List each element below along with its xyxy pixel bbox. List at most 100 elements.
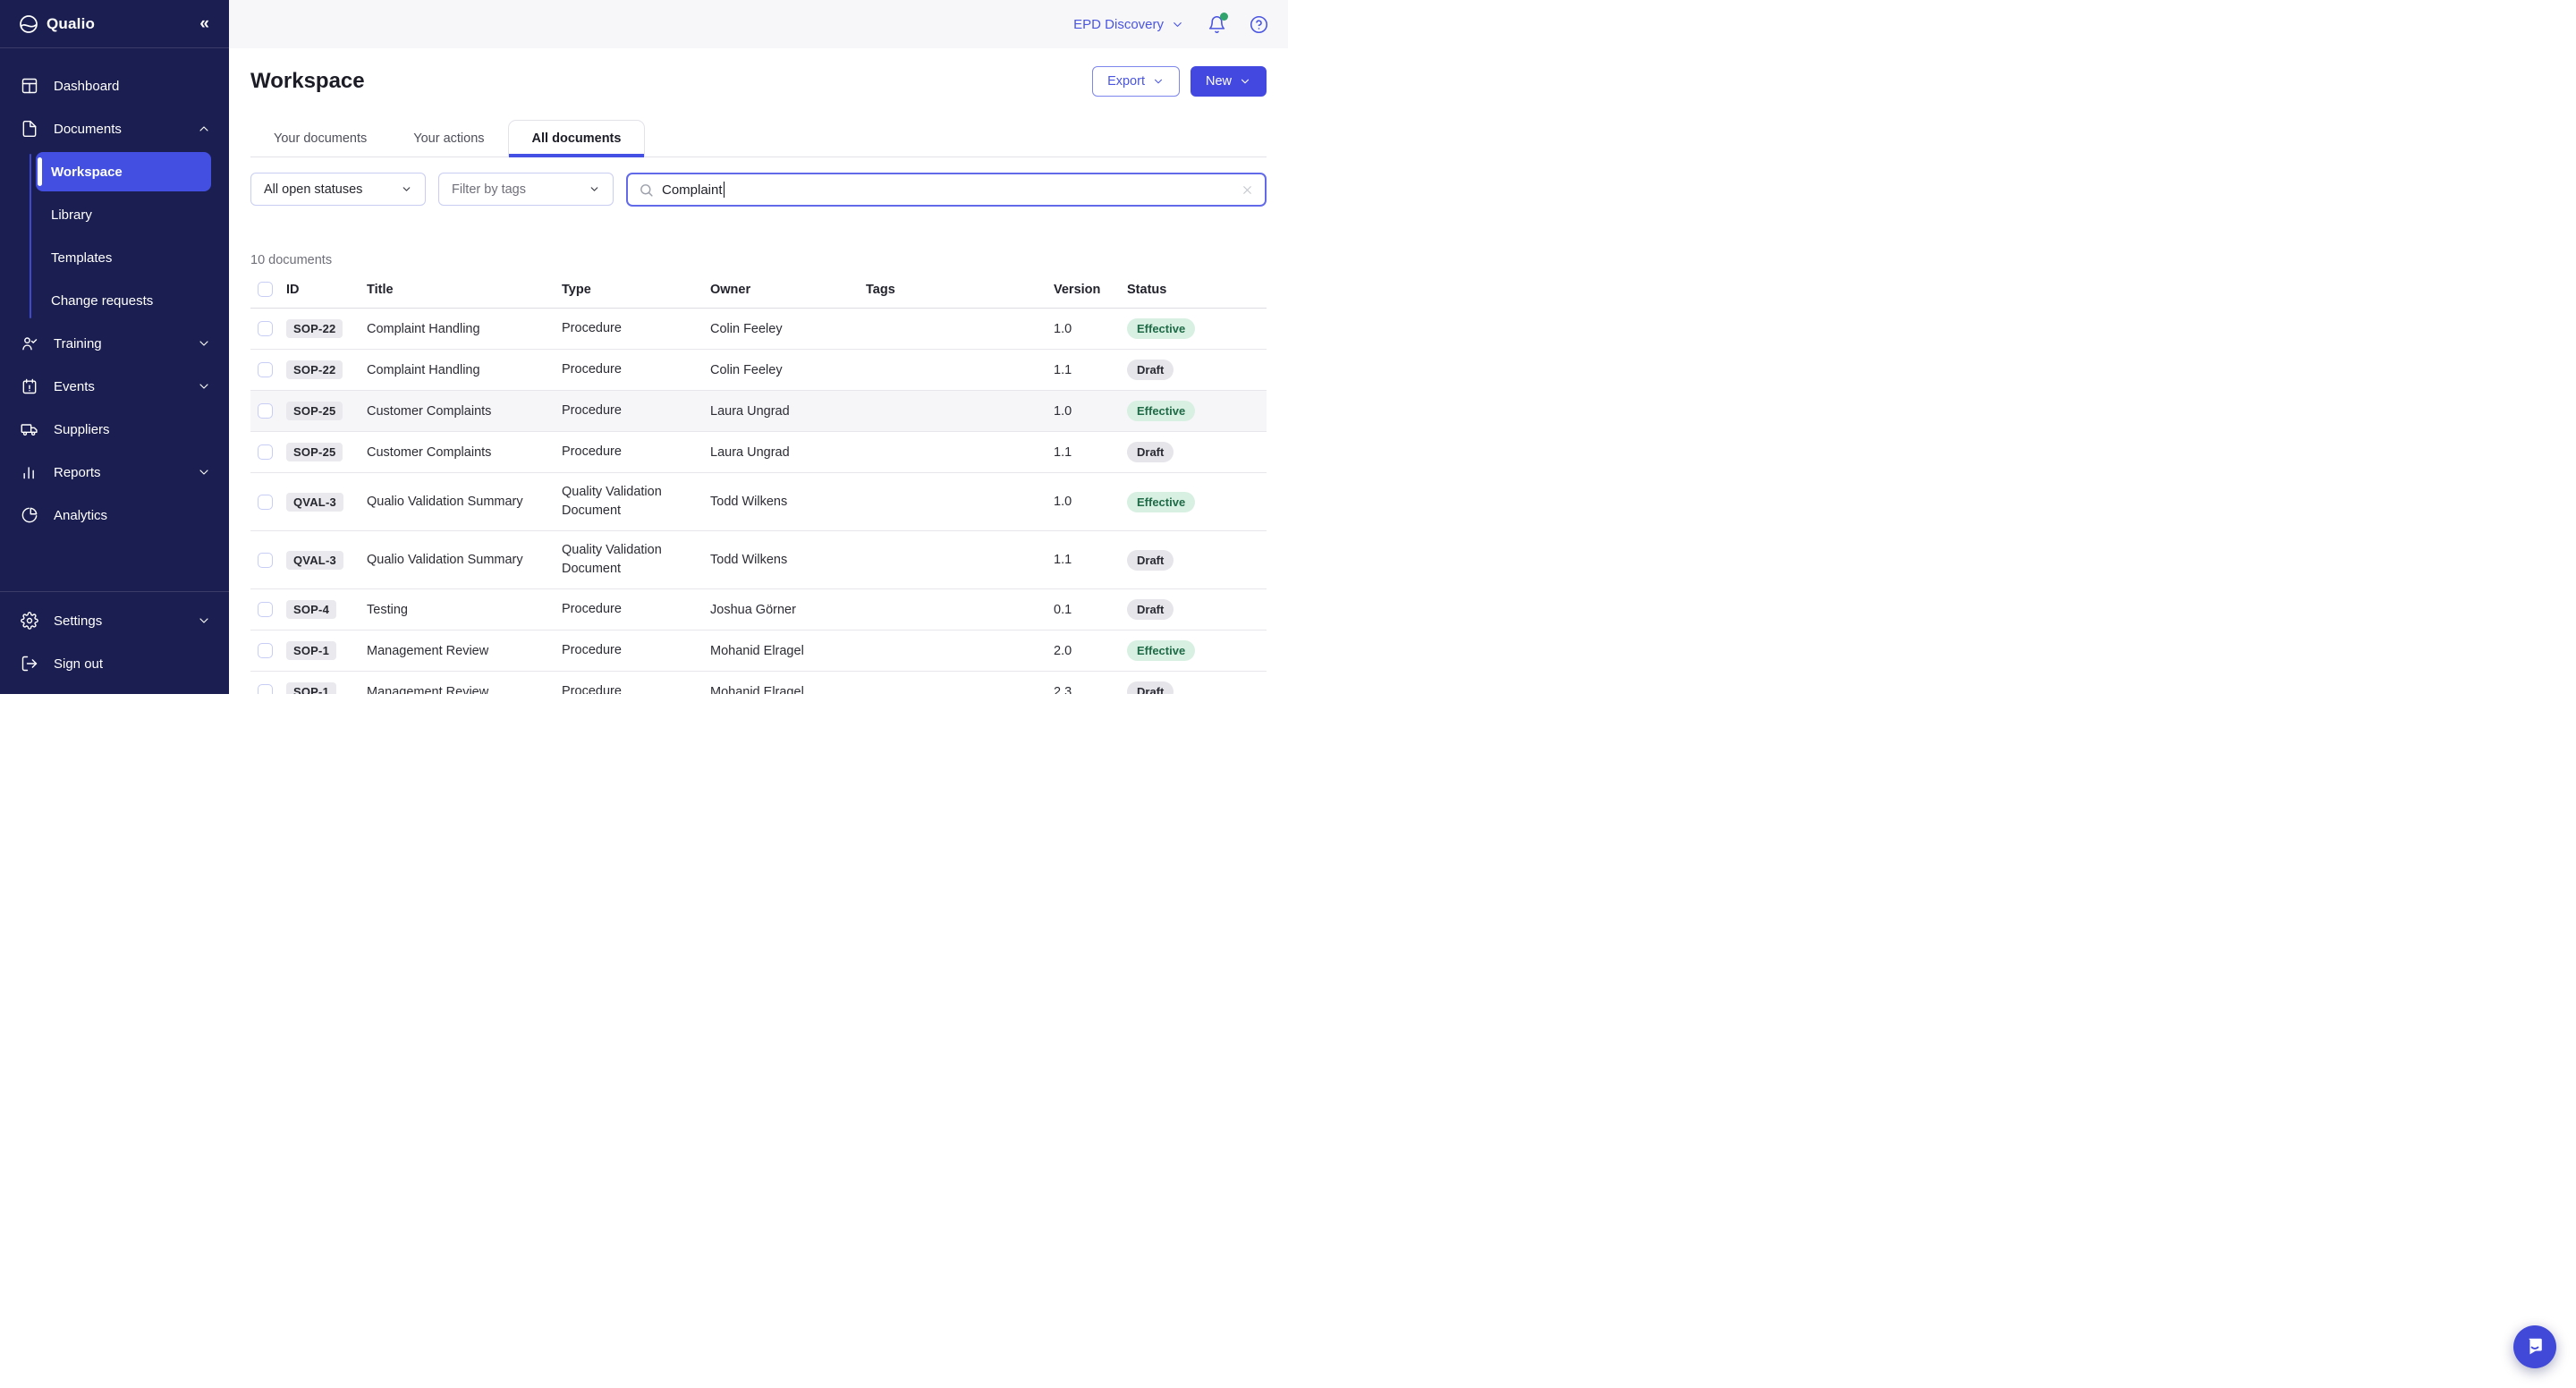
document-title[interactable]: Qualio Validation Summary (367, 495, 562, 509)
clear-search-icon[interactable] (1241, 183, 1254, 197)
table-row[interactable]: SOP-25 Customer Complaints Procedure Lau… (250, 432, 1267, 473)
sidebar-item-label: Library (51, 207, 92, 223)
chat-bubble-icon (2524, 1336, 2546, 1358)
sidebar-nav: Dashboard Documents Workspace Library (0, 48, 229, 537)
sidebar-item-reports[interactable]: Reports (0, 451, 229, 494)
document-type: Procedure (562, 600, 710, 619)
search-input[interactable]: Complaint (626, 173, 1267, 207)
document-version: 1.0 (1054, 404, 1127, 419)
sidebar-item-templates[interactable]: Templates (36, 236, 211, 279)
document-title[interactable]: Customer Complaints (367, 404, 562, 419)
document-id-badge: SOP-4 (286, 600, 336, 619)
document-title[interactable]: Complaint Handling (367, 322, 562, 336)
table-row[interactable]: QVAL-3 Qualio Validation Summary Quality… (250, 473, 1267, 531)
sidebar-item-label: Training (54, 336, 102, 351)
sidebar-item-analytics[interactable]: Analytics (0, 494, 229, 537)
row-checkbox[interactable] (258, 643, 273, 658)
document-owner: Laura Ungrad (710, 404, 866, 419)
row-checkbox[interactable] (258, 444, 273, 460)
status-filter-select[interactable]: All open statuses (250, 173, 426, 206)
document-type: Procedure (562, 319, 710, 338)
tab-your-actions[interactable]: Your actions (390, 121, 507, 157)
row-checkbox[interactable] (258, 495, 273, 510)
row-checkbox[interactable] (258, 602, 273, 617)
table-row[interactable]: SOP-25 Customer Complaints Procedure Lau… (250, 391, 1267, 432)
sidebar-item-dashboard[interactable]: Dashboard (0, 64, 229, 107)
export-button[interactable]: Export (1092, 66, 1180, 97)
sidebar: Qualio « Dashboard Documents (0, 0, 229, 694)
sidebar-item-suppliers[interactable]: Suppliers (0, 408, 229, 451)
column-header-tags: Tags (866, 283, 1054, 297)
chevron-down-icon (197, 465, 211, 479)
topbar: EPD Discovery (229, 0, 1288, 48)
status-badge: Effective (1127, 401, 1195, 421)
column-header-type: Type (562, 283, 710, 297)
row-checkbox[interactable] (258, 684, 273, 694)
document-title[interactable]: Customer Complaints (367, 445, 562, 460)
text-caret (724, 182, 725, 198)
table-row[interactable]: SOP-4 Testing Procedure Joshua Görner 0.… (250, 589, 1267, 631)
document-title[interactable]: Complaint Handling (367, 363, 562, 377)
table-row[interactable]: SOP-22 Complaint Handling Procedure Coli… (250, 350, 1267, 391)
document-title[interactable]: Management Review (367, 685, 562, 694)
sidebar-item-label: Events (54, 379, 95, 394)
row-checkbox[interactable] (258, 321, 273, 336)
document-owner: Todd Wilkens (710, 495, 866, 509)
sidebar-item-sign-out[interactable]: Sign out (0, 642, 229, 685)
dashboard-icon (20, 76, 39, 96)
select-all-checkbox[interactable] (258, 282, 273, 297)
status-filter-value: All open statuses (264, 182, 362, 197)
sidebar-item-label: Change requests (51, 293, 153, 309)
chevron-down-icon (197, 614, 211, 628)
table-row[interactable]: SOP-1 Management Review Procedure Mohani… (250, 631, 1267, 672)
sidebar-item-settings[interactable]: Settings (0, 599, 229, 642)
document-title[interactable]: Management Review (367, 644, 562, 658)
row-checkbox[interactable] (258, 553, 273, 568)
document-owner: Colin Feeley (710, 363, 866, 377)
row-checkbox[interactable] (258, 362, 273, 377)
tab-all-documents[interactable]: All documents (508, 120, 646, 157)
document-version: 2.3 (1054, 685, 1127, 694)
status-badge: Effective (1127, 492, 1195, 512)
document-id-badge: SOP-25 (286, 402, 343, 420)
org-switcher[interactable]: EPD Discovery (1073, 17, 1184, 32)
document-title[interactable]: Testing (367, 603, 562, 617)
sidebar-item-workspace[interactable]: Workspace (36, 152, 211, 191)
sidebar-item-documents[interactable]: Documents (0, 107, 229, 150)
status-badge: Draft (1127, 550, 1174, 571)
page-title: Workspace (250, 69, 365, 94)
collapse-sidebar-icon[interactable]: « (199, 15, 209, 32)
row-checkbox[interactable] (258, 403, 273, 419)
sidebar-item-change-requests[interactable]: Change requests (36, 279, 211, 322)
reports-icon (20, 462, 39, 482)
document-title[interactable]: Qualio Validation Summary (367, 553, 562, 567)
documents-table: ID Title Type Owner Tags Version Status … (250, 276, 1267, 694)
documents-submenu: Workspace Library Templates Change reque… (30, 150, 229, 322)
notifications-button[interactable] (1208, 15, 1226, 34)
sidebar-item-events[interactable]: Events (0, 365, 229, 408)
sidebar-item-label: Workspace (51, 165, 123, 180)
table-row[interactable]: SOP-22 Complaint Handling Procedure Coli… (250, 309, 1267, 350)
help-button[interactable] (1250, 15, 1268, 34)
sidebar-logo-row: Qualio « (0, 0, 229, 48)
chat-widget-button[interactable] (2513, 1325, 2556, 1368)
sidebar-item-label: Templates (51, 250, 112, 266)
sidebar-item-training[interactable]: Training (0, 322, 229, 365)
tab-your-documents[interactable]: Your documents (250, 121, 390, 157)
new-button[interactable]: New (1191, 66, 1267, 97)
table-row[interactable]: QVAL-3 Qualio Validation Summary Quality… (250, 531, 1267, 589)
tags-filter-select[interactable]: Filter by tags (438, 173, 614, 206)
sidebar-item-label: Suppliers (54, 422, 110, 437)
sidebar-item-library[interactable]: Library (36, 193, 211, 236)
chevron-down-icon (1239, 75, 1251, 88)
document-icon (20, 119, 39, 139)
column-header-title: Title (367, 283, 562, 297)
app-window: Qualio « Dashboard Documents (0, 0, 1288, 694)
status-badge: Effective (1127, 640, 1195, 661)
document-id-badge: SOP-25 (286, 443, 343, 461)
document-id-badge: SOP-22 (286, 360, 343, 379)
table-row[interactable]: SOP-1 Management Review Procedure Mohani… (250, 672, 1267, 694)
page-header: Workspace Export New (250, 66, 1267, 97)
org-name: EPD Discovery (1073, 17, 1164, 32)
chevron-up-icon (197, 122, 211, 136)
